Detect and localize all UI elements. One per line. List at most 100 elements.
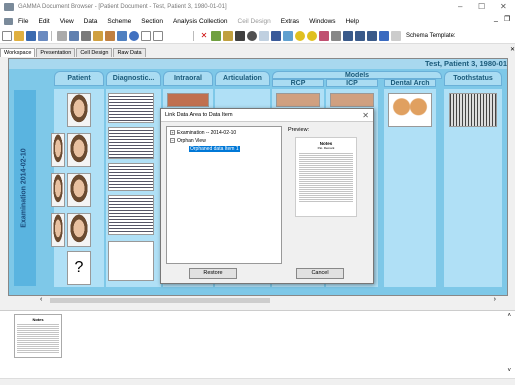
- dental-arch-photo[interactable]: [388, 93, 432, 127]
- cancel-button[interactable]: Cancel: [296, 268, 344, 279]
- page-icon[interactable]: [141, 30, 151, 41]
- column-rcp[interactable]: RCP: [272, 79, 324, 87]
- restore-button[interactable]: Restore: [189, 268, 237, 279]
- record-icon[interactable]: [247, 30, 257, 41]
- minimize-icon[interactable]: –: [458, 2, 462, 11]
- chart-icon[interactable]: [283, 30, 293, 41]
- menu-analysis-collection[interactable]: Analysis Collection: [168, 18, 233, 25]
- menu-cell-design[interactable]: Ceil Design: [233, 18, 276, 25]
- ruler-icon[interactable]: [331, 30, 341, 41]
- info-icon[interactable]: [129, 30, 139, 41]
- scroll-up-icon[interactable]: ˄: [507, 313, 511, 319]
- open-icon[interactable]: [14, 30, 24, 41]
- tree-node-orphan-view[interactable]: − Orphan View: [170, 138, 206, 144]
- patient-photo[interactable]: [51, 213, 65, 247]
- paste-icon[interactable]: [105, 30, 115, 41]
- monitor-icon[interactable]: [367, 30, 377, 41]
- tooth-icon[interactable]: [319, 30, 329, 41]
- menu-data[interactable]: Data: [79, 18, 103, 25]
- window-title: GAMMA Document Browser - [Patient Docume…: [18, 4, 227, 10]
- film-icon[interactable]: [343, 30, 353, 41]
- copy-icon[interactable]: [93, 30, 103, 41]
- column-diagnostic[interactable]: Diagnostic...: [106, 71, 161, 86]
- image-icon[interactable]: [211, 30, 221, 41]
- maximize-icon[interactable]: ☐: [478, 2, 485, 11]
- column-articulation[interactable]: Articulation: [215, 71, 270, 86]
- tree-node-examination[interactable]: + Examination -- 2014-02-10: [170, 130, 236, 136]
- menu-help[interactable]: Help: [341, 18, 364, 25]
- collapse-icon[interactable]: −: [170, 138, 175, 144]
- menu-edit[interactable]: Edit: [33, 18, 54, 25]
- diagnostic-document[interactable]: [108, 127, 154, 159]
- preview-subtitle: Pat. Remark: [317, 146, 335, 150]
- patient-photo[interactable]: [67, 213, 91, 247]
- settings-icon[interactable]: [391, 30, 401, 41]
- camera-icon[interactable]: [235, 30, 245, 41]
- patient-photo[interactable]: [51, 173, 65, 207]
- cut-icon[interactable]: [81, 30, 91, 41]
- placeholder-question[interactable]: ?: [67, 251, 91, 285]
- menu-section[interactable]: Section: [136, 18, 168, 25]
- menu-view[interactable]: View: [55, 18, 79, 25]
- horizontal-scrollbar[interactable]: ‹ ›: [30, 296, 500, 306]
- tab-workspace[interactable]: Workspace: [0, 48, 36, 57]
- preview-icon[interactable]: [69, 30, 79, 41]
- expand-icon[interactable]: +: [170, 130, 175, 136]
- model-photo[interactable]: [330, 93, 374, 107]
- menu-file[interactable]: File: [13, 18, 33, 25]
- smiley2-icon[interactable]: [307, 30, 317, 41]
- intraoral-photo[interactable]: [167, 93, 209, 107]
- diagnostic-document[interactable]: [108, 93, 154, 123]
- save-icon[interactable]: [26, 30, 36, 41]
- menu-scheme[interactable]: Scheme: [102, 18, 136, 25]
- tab-raw-data[interactable]: Raw Data: [113, 48, 146, 57]
- grid-icon[interactable]: [117, 30, 127, 41]
- toothstatus-chart[interactable]: [449, 93, 497, 127]
- notes-title: Notes: [32, 317, 44, 322]
- column-dental-arch[interactable]: Dental Arch: [384, 79, 436, 87]
- data-tree[interactable]: + Examination -- 2014-02-10 − Orphan View …: [166, 126, 282, 264]
- tree-node-orphaned-item[interactable]: Orphaned data Item 1: [189, 146, 240, 152]
- tab-presentation[interactable]: Presentation: [36, 48, 76, 57]
- scroll-left-icon[interactable]: ‹: [40, 296, 42, 303]
- diagnostic-document[interactable]: [108, 163, 154, 191]
- column-toothstatus[interactable]: Toothstatus: [444, 71, 502, 86]
- column-models[interactable]: Models: [272, 71, 442, 79]
- mdi-minimize-icon[interactable]: _: [494, 15, 498, 22]
- dialog-close-icon[interactable]: ✕: [362, 109, 369, 122]
- table-icon[interactable]: [259, 30, 269, 41]
- patient-photo[interactable]: [67, 173, 91, 207]
- tool-icon[interactable]: [223, 30, 233, 41]
- list-icon[interactable]: [271, 30, 281, 41]
- menu-windows[interactable]: Windows: [304, 18, 340, 25]
- column-icp[interactable]: ICP: [326, 79, 378, 87]
- search-icon[interactable]: [57, 30, 67, 41]
- column-intraoral[interactable]: Intraoral: [163, 71, 213, 86]
- diagnostic-figures[interactable]: [108, 241, 154, 281]
- doc-icon[interactable]: [4, 17, 13, 25]
- scroll-right-icon[interactable]: ›: [494, 296, 496, 303]
- print-icon[interactable]: [38, 30, 48, 41]
- notes-thumbnail[interactable]: Notes: [14, 314, 62, 358]
- new-icon[interactable]: [2, 30, 12, 41]
- column-patient[interactable]: Patient: [54, 71, 104, 86]
- toolbar: ✕ Schema Template:: [0, 28, 515, 44]
- model-photo[interactable]: [276, 93, 320, 107]
- scroll-down-icon[interactable]: ˅: [507, 368, 511, 374]
- mdi-restore-icon[interactable]: ❐: [504, 15, 510, 23]
- export-icon[interactable]: [379, 30, 389, 41]
- film2-icon[interactable]: [355, 30, 365, 41]
- smiley-icon[interactable]: [295, 30, 305, 41]
- diagnostic-document[interactable]: [108, 195, 154, 235]
- close-icon[interactable]: ✕: [500, 2, 507, 11]
- tab-cell-design[interactable]: Cell Design: [76, 48, 113, 57]
- dropdown-icon[interactable]: [153, 30, 163, 41]
- cell-diagnostic: [106, 89, 161, 287]
- menu-extras[interactable]: Extras: [276, 18, 304, 25]
- patient-photo[interactable]: [67, 93, 91, 127]
- patient-photo[interactable]: [51, 133, 65, 167]
- tab-close-icon[interactable]: ✕: [510, 46, 515, 53]
- delete-icon[interactable]: ✕: [199, 30, 209, 41]
- scrollbar-thumb[interactable]: [50, 298, 270, 303]
- patient-photo[interactable]: [67, 133, 91, 167]
